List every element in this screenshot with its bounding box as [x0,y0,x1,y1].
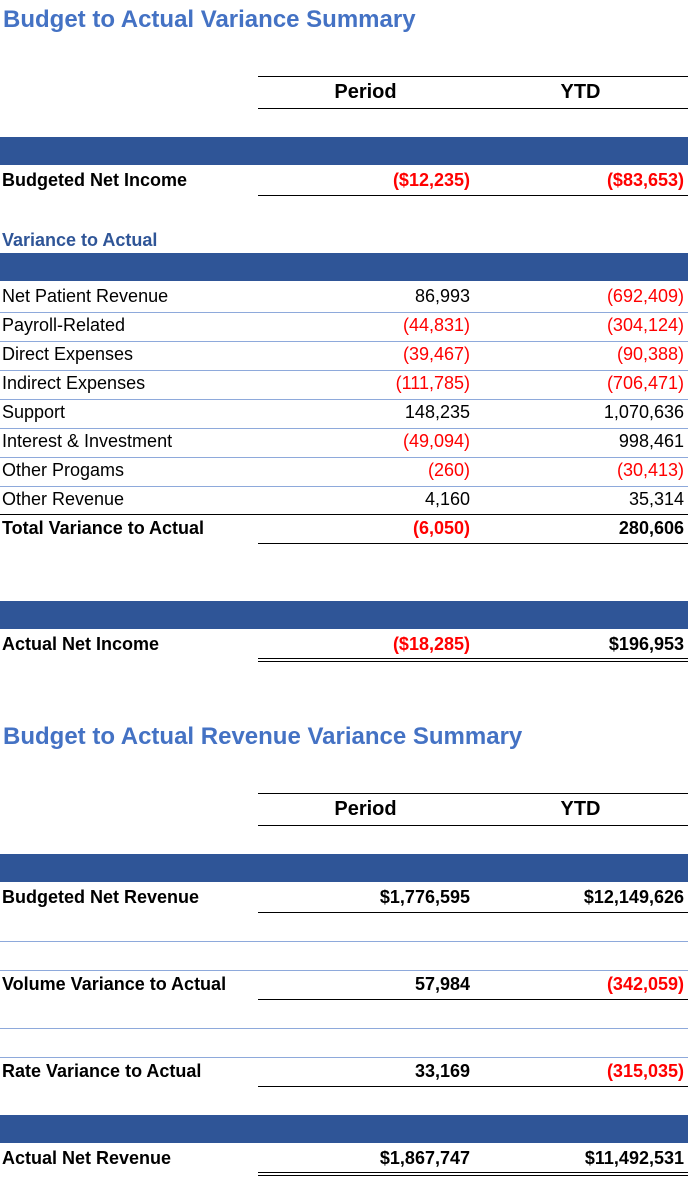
row-label: Interest & Investment [2,431,173,451]
ytd-value: $11,492,531 [584,1148,684,1168]
period-value: (6,050) [412,518,470,538]
table-row: Other Progams (260) (30,413) [0,458,688,487]
period-value: (111,785) [395,373,470,393]
period-value: (260) [427,460,470,480]
budgeted-net-income-row: Budgeted Net Income ($12,235) ($83,653) [0,168,688,197]
rate-variance-row: Rate Variance to Actual 33,169 (315,035) [0,1059,688,1088]
ytd-value: (90,388) [616,344,684,364]
row-label: Other Progams [2,460,125,480]
header-top-rule [258,793,688,794]
row-label: Total Variance to Actual [2,518,205,538]
ytd-value: (706,471) [606,373,684,393]
period-value: 4,160 [424,489,470,509]
ytd-value: 280,606 [618,518,684,538]
row-label: Support [2,402,66,422]
row-label: Volume Variance to Actual [2,974,227,994]
period-value: (39,467) [402,344,470,364]
ytd-value: 998,461 [618,431,684,451]
row-label: Payroll-Related [2,315,126,335]
table-row: Other Revenue 4,160 35,314 [0,487,688,516]
section-title: Budget to Actual Revenue Variance Summar… [3,723,523,750]
row-label: Actual Net Revenue [2,1148,172,1168]
double-underline [258,1172,688,1176]
table-row: Indirect Expenses (111,785) (706,471) [0,371,688,400]
period-value: (49,094) [402,431,470,451]
total-rule [258,912,688,913]
section-band [0,253,688,281]
section-band [0,854,688,882]
page-title: Budget to Actual Variance Summary [3,6,416,33]
ytd-value: $12,149,626 [583,887,684,907]
row-label: Other Revenue [2,489,125,509]
ytd-value: (342,059) [606,974,684,994]
column-header-ytd: YTD [560,81,601,103]
header-top-rule [258,76,688,77]
ytd-value: (315,035) [606,1061,684,1081]
row-gridline [0,1057,688,1058]
ytd-value: (304,124) [606,315,684,335]
ytd-value: (692,409) [606,286,684,306]
total-variance-row: Total Variance to Actual (6,050) 280,606 [0,516,688,545]
budgeted-net-revenue-row: Budgeted Net Revenue $1,776,595 $12,149,… [0,885,688,914]
row-label: Indirect Expenses [2,373,146,393]
period-value: 33,169 [414,1061,470,1081]
table-row: Net Patient Revenue 86,993 (692,409) [0,284,688,313]
total-rule [258,1086,688,1087]
section-band [0,601,688,629]
row-rule [0,514,688,515]
ytd-value: 35,314 [628,489,684,509]
total-rule [258,999,688,1000]
row-gridline [0,1028,688,1029]
row-label: Budgeted Net Income [2,170,188,190]
row-label: Budgeted Net Revenue [2,887,200,907]
period-value: 57,984 [414,974,470,994]
row-label: Actual Net Income [2,634,160,654]
table-row: Support 148,235 1,070,636 [0,400,688,429]
column-header-period: Period [334,798,397,820]
header-bottom-rule [258,825,688,826]
ytd-value: ($83,653) [606,170,684,190]
header-bottom-rule [258,108,688,109]
section-band [0,137,688,165]
row-label: Direct Expenses [2,344,134,364]
period-value: $1,867,747 [379,1148,470,1168]
table-row: Direct Expenses (39,467) (90,388) [0,342,688,371]
column-header-ytd: YTD [560,798,601,820]
total-rule [258,543,688,544]
actual-net-income-row: Actual Net Income ($18,285) $196,953 [0,632,688,661]
period-value: (44,831) [402,315,470,335]
actual-net-revenue-row: Actual Net Revenue $1,867,747 $11,492,53… [0,1146,688,1175]
row-label: Net Patient Revenue [2,286,169,306]
variance-subheading: Variance to Actual [2,230,158,250]
table-row: Interest & Investment (49,094) 998,461 [0,429,688,458]
ytd-value: 1,070,636 [603,402,684,422]
period-value: 148,235 [404,402,470,422]
ytd-value: (30,413) [616,460,684,480]
period-value: $1,776,595 [379,887,470,907]
ytd-value: $196,953 [608,634,684,654]
period-value: 86,993 [414,286,470,306]
period-value: ($12,235) [392,170,470,190]
row-label: Rate Variance to Actual [2,1061,202,1081]
section-band [0,1115,688,1143]
column-header-period: Period [334,81,397,103]
row-gridline [0,970,688,971]
total-rule [258,195,688,196]
double-underline [258,658,688,662]
table-row: Payroll-Related (44,831) (304,124) [0,313,688,342]
volume-variance-row: Volume Variance to Actual 57,984 (342,05… [0,972,688,1001]
period-value: ($18,285) [392,634,470,654]
row-gridline [0,941,688,942]
